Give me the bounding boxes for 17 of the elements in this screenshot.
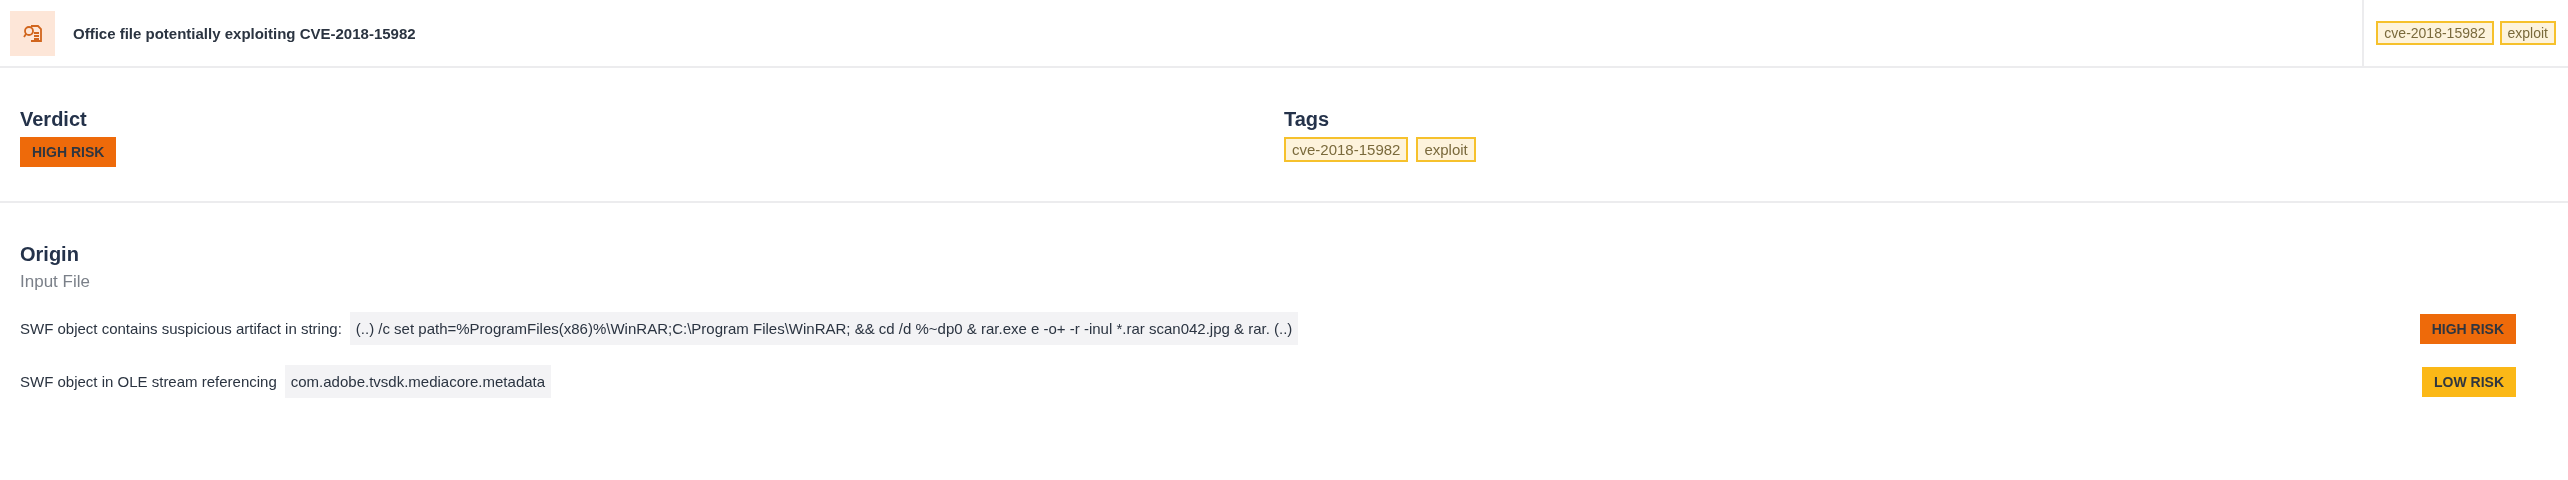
alert-title: Office file potentially exploiting CVE-2018-15982 [73, 24, 416, 42]
risk-badge: HIGH RISK [2419, 313, 2516, 344]
tags-heading: Tags [1284, 108, 1330, 131]
code-snippet: com.adobe.tvsdk.mediacore.metadata [284, 365, 552, 398]
tag: exploit [1416, 137, 1476, 162]
document-search-icon [21, 22, 44, 44]
risk-badge: LOW RISK [2422, 366, 2516, 397]
verdict-heading: Verdict [20, 108, 87, 131]
origin-heading: Origin [20, 243, 80, 266]
finding-text: SWF object in OLE stream referencing [20, 373, 277, 390]
tag: cve-2018-15982 [2376, 21, 2494, 45]
finding-text: SWF object contains suspicious artifact in string: [20, 320, 342, 337]
risk-badge: HIGH RISK [20, 137, 117, 167]
tag: cve-2018-15982 [1284, 137, 1409, 162]
origin-source: Input File [20, 272, 91, 292]
code-snippet: (..) /c set path=%ProgramFiles(x86)%\WinRAR;C:\Program Files\WinRAR; && cd /d %~dp0 & rar.exe e -o+ -r -inul *.rar scan042.jpg & rar. (..) [349, 312, 1299, 345]
tag: exploit [2499, 21, 2556, 45]
